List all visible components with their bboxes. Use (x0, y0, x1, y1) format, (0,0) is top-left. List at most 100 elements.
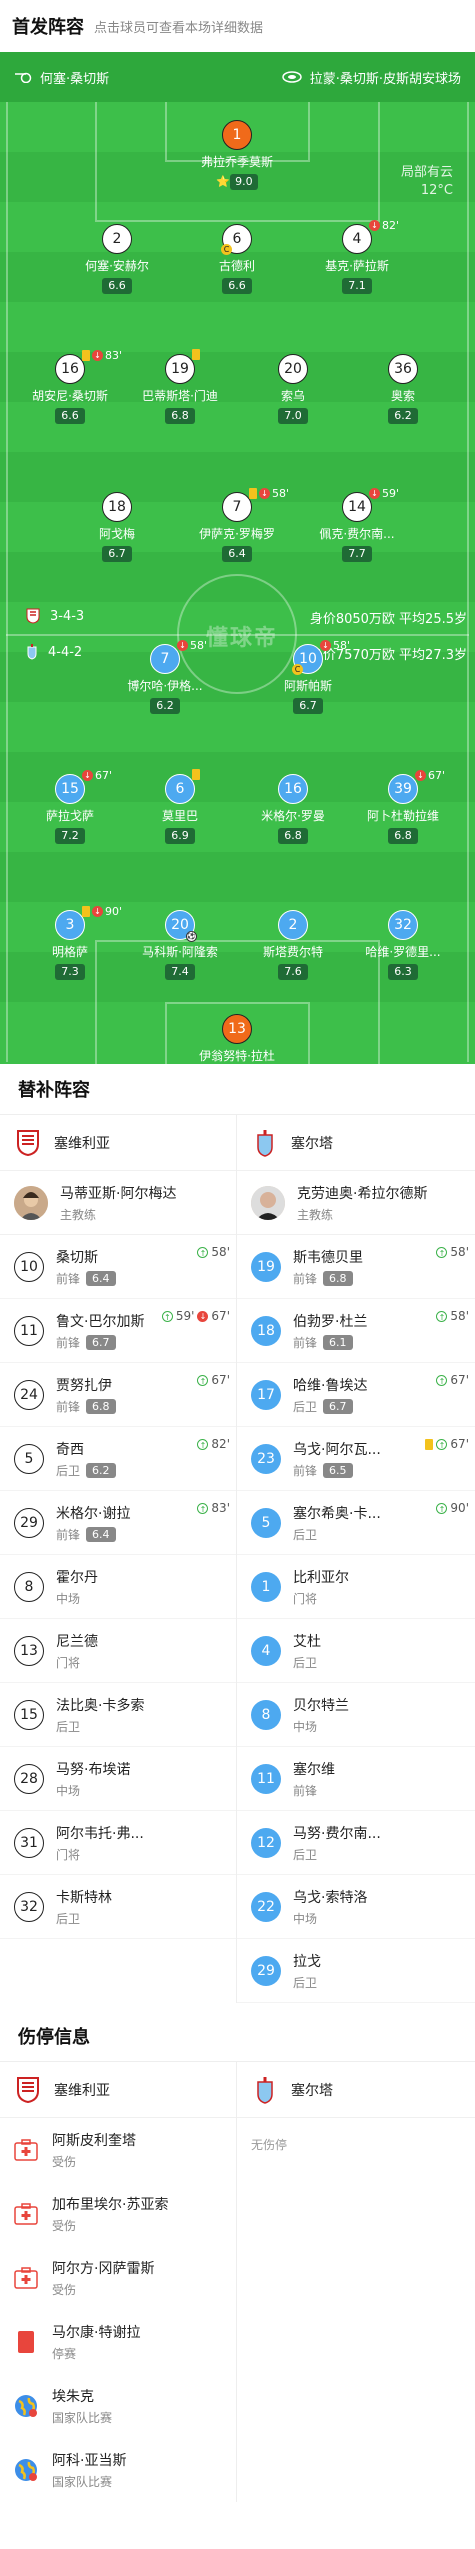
sub-name: 米格尔·谢拉 (56, 1505, 131, 1522)
subs-section-title: 替补阵容 (18, 1080, 90, 1101)
player-rating: 6.7 (102, 546, 132, 562)
sub-player-row[interactable]: 18 伯勃罗·杜兰 前锋 6.1 ↑ 58' (237, 1299, 475, 1363)
sub-info: 米格尔·谢拉 前锋 6.4 (56, 1503, 130, 1543)
sub-events: ↑ 59' ↓ 67' (161, 1309, 230, 1323)
player-name: 巴蒂斯塔·门迪 (142, 389, 218, 403)
home-team-header[interactable]: 塞维利亚 (0, 1115, 236, 1171)
sub-rating: 6.5 (323, 1462, 353, 1478)
home-coach[interactable]: 马蒂亚斯·阿尔梅达 主教练 (0, 1171, 236, 1235)
sub-position: 中场 (293, 1719, 318, 1734)
home-subs-column: 塞维利亚 马蒂亚斯·阿尔梅达 主教练 10 桑切斯 前锋 6.4 ↑ 58' 11 鲁文·巴尔加… (0, 1115, 237, 2003)
injury-row[interactable]: 阿尔方·冈萨雷斯 受伤 (0, 2246, 236, 2310)
sub-player-row[interactable]: 5 塞尔希奥·卡... 后卫 ↑ 90' (237, 1491, 475, 1555)
player-away[interactable]: 39 ↓ 67' 阿卜杜勒拉维 6.8 (355, 769, 451, 844)
player-home[interactable]: 7 ↓ 58' 伊萨克·罗梅罗 6.4 (189, 487, 289, 562)
player-home[interactable]: 14 ↓ 59' 佩克·费尔南... 7.7 (309, 487, 405, 562)
player-home[interactable]: 20 索乌 7.0 (245, 354, 341, 424)
page-title: 首发阵容 (12, 17, 84, 38)
yellow-card-icon (82, 350, 90, 361)
sub-number: 24 (14, 1379, 44, 1410)
sub-player-row[interactable]: 15 法比奥·卡多索 后卫 (0, 1683, 236, 1747)
sub-player-row[interactable]: 24 贾努扎伊 前锋 6.8 ↑ 67' (0, 1363, 236, 1427)
sub-player-row[interactable]: 32 卡斯特林 后卫 (0, 1875, 236, 1939)
player-number-text: 13 (228, 1021, 246, 1037)
sub-name: 鲁文·巴尔加斯 (56, 1313, 145, 1330)
sub-player-row[interactable]: 10 桑切斯 前锋 6.4 ↑ 58' (0, 1235, 236, 1299)
player-number: 39 ↓ 67' (388, 769, 445, 804)
sub-name: 哈维·鲁埃达 (293, 1377, 368, 1394)
injury-player-name: 马尔康·特谢拉 (52, 2325, 141, 2341)
sub-name: 马努·费尔南... (293, 1825, 381, 1842)
player-home[interactable]: 2 何塞·安赫尔 6.6 (69, 224, 165, 294)
sub-player-row[interactable]: 29 拉戈 后卫 (237, 1939, 475, 2003)
home-team[interactable]: 何塞·桑切斯 (14, 68, 109, 87)
sub-player-row[interactable]: 12 马努·费尔南... 后卫 (237, 1811, 475, 1875)
player-away[interactable]: 16 米格尔·罗曼 6.8 (245, 774, 341, 844)
player-events: ↓ 67' (82, 769, 112, 782)
player-away[interactable]: 10 C ↓ 58' 阿斯帕斯 6.7 (260, 639, 356, 714)
away-injury-team-name: 塞尔塔 (291, 2082, 333, 2099)
player-number-text: 20 (171, 917, 189, 933)
player-number: 4 ↓ 82' (342, 219, 399, 254)
sub-off-icon: ↓ (197, 1310, 209, 1322)
injury-row[interactable]: 加布里埃尔·苏亚索 受伤 (0, 2182, 236, 2246)
sub-player-row[interactable]: 11 鲁文·巴尔加斯 前锋 6.7 ↑ 59' ↓ 67' (0, 1299, 236, 1363)
player-name: 索乌 (280, 389, 305, 403)
injury-row[interactable]: 阿科·亚当斯 国家队比赛 (0, 2438, 236, 2502)
player-away[interactable]: 13伊翁努特·拉杜6.9 (189, 1014, 285, 1064)
away-team-header[interactable]: 塞尔塔 (237, 1115, 475, 1171)
player-away[interactable]: 7 ↓ 58' 博尔哈·伊格... 6.2 (117, 639, 213, 714)
away-team-name: 塞尔塔 (291, 1135, 333, 1152)
sub-info: 贝尔特兰 中场 (293, 1695, 349, 1735)
player-away[interactable]: 6 莫里巴 6.9 (132, 769, 228, 844)
sub-player-row[interactable]: 29 米格尔·谢拉 前锋 6.4 ↑ 83' (0, 1491, 236, 1555)
sub-player-row[interactable]: 23 乌戈·阿尔瓦... 前锋 6.5 ↑ 67' (237, 1427, 475, 1491)
away-coach[interactable]: 克劳迪奥·希拉尔德斯 主教练 (237, 1171, 475, 1235)
sub-on-time: 67' (450, 1437, 469, 1451)
sub-player-row[interactable]: 13 尼兰德 门将 (0, 1619, 236, 1683)
sub-meta: 前锋 6.4 (56, 1526, 130, 1543)
player-name: 阿卜杜勒拉维 (366, 809, 439, 823)
player-home[interactable]: 16 ↓ 83' 胡安尼·桑切斯 6.6 (22, 349, 122, 424)
player-away[interactable]: 20 ⚽ 马科斯·阿隆索 7.4 (132, 910, 228, 980)
sub-player-row[interactable]: 19 斯韦德贝里 前锋 6.8 ↑ 58' (237, 1235, 475, 1299)
sub-player-row[interactable]: 31 阿尔韦托·弗... 门将 (0, 1811, 236, 1875)
sub-player-row[interactable]: 8 霍尔丹 中场 (0, 1555, 236, 1619)
sub-number: 15 (14, 1699, 44, 1730)
injury-row[interactable]: 马尔康·特谢拉 停赛 (0, 2310, 236, 2374)
sub-events: ↑ 83' (197, 1501, 230, 1515)
player-home[interactable]: 36 奥索 6.2 (355, 354, 451, 424)
player-away[interactable]: 2 斯塔费尔特 7.6 (245, 910, 341, 980)
player-name: 明格萨 (51, 945, 88, 959)
player-rating: 6.9 (165, 828, 195, 844)
sub-player-row[interactable]: 17 哈维·鲁埃达 后卫 6.7 ↑ 67' (237, 1363, 475, 1427)
sub-player-row[interactable]: 4 艾杜 后卫 (237, 1619, 475, 1683)
sub-player-row[interactable]: 11 塞尔维 前锋 (237, 1747, 475, 1811)
player-number: 1 (222, 120, 252, 150)
sub-player-row[interactable]: 1 比利亚尔 门将 (237, 1555, 475, 1619)
player-home[interactable]: 6 C 古德利 6.6 (189, 224, 285, 294)
injury-row[interactable]: 阿斯皮利奎塔 受伤 (0, 2118, 236, 2182)
sub-time: 67' (428, 769, 446, 782)
sub-off-icon: ↓ (320, 640, 331, 651)
sub-info: 艾杜 后卫 (293, 1631, 321, 1671)
sub-on-time: 58' (450, 1245, 469, 1259)
player-number: 20 (278, 354, 308, 384)
player-away[interactable]: 3 ↓ 90' 明格萨 7.3 (22, 905, 122, 980)
player-home[interactable]: 18 阿戈梅 6.7 (69, 492, 165, 562)
player-home[interactable]: 4 ↓ 82' 基克·萨拉斯 7.1 (309, 219, 405, 294)
player-away[interactable]: 32 哈维·罗德里... 6.3 (355, 910, 451, 980)
sub-meta: 中场 (293, 1718, 349, 1735)
injury-row[interactable]: 埃朱克 国家队比赛 (0, 2374, 236, 2438)
sub-name: 塞尔希奥·卡... (293, 1505, 381, 1522)
player-away[interactable]: 15 ↓ 67' 萨拉戈萨 7.2 (22, 769, 118, 844)
stadium[interactable]: 拉蒙·桑切斯·皮斯胡安球场 (281, 68, 461, 87)
sub-player-row[interactable]: 28 马努·布埃诺 中场 (0, 1747, 236, 1811)
sub-player-row[interactable]: 22 乌戈·索特洛 中场 (237, 1875, 475, 1939)
sub-player-row[interactable]: 5 奇西 后卫 6.2 ↑ 82' (0, 1427, 236, 1491)
sub-player-row[interactable]: 8 贝尔特兰 中场 (237, 1683, 475, 1747)
sub-events: ↑ 58' (197, 1245, 230, 1259)
injury-player-name: 阿科·亚当斯 (52, 2453, 127, 2469)
player-home[interactable]: 1 弗拉乔季莫斯 ⭐ 9.0 (189, 120, 285, 190)
player-home[interactable]: 19 巴蒂斯塔·门迪 6.8 (132, 349, 228, 424)
